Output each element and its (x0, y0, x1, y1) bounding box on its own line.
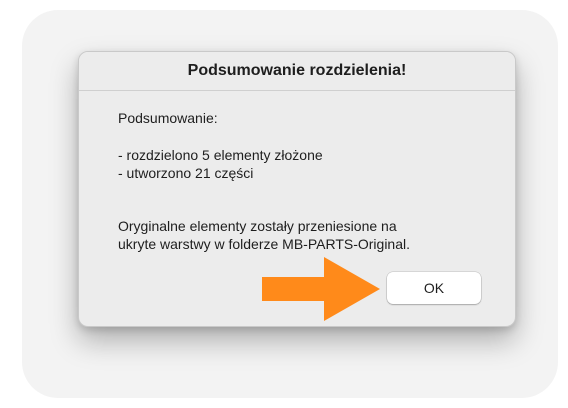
ok-button[interactable]: OK (387, 272, 481, 304)
arrow-right-icon (262, 257, 380, 321)
dialog-title: Podsumowanie rozdzielenia! (187, 62, 407, 79)
summary-line-parts: - utworzono 21 części (118, 165, 254, 181)
summary-heading: Podsumowanie: (118, 110, 218, 126)
dialog-titlebar: Podsumowanie rozdzielenia! (79, 52, 515, 91)
info-line-hidden-layers: ukryte warstwy w folderze MB-PARTS-Origi… (118, 236, 410, 252)
info-line-moved: Oryginalne elementy zostały przeniesione… (118, 218, 397, 234)
summary-line-split: - rozdzielono 5 elementy złożone (118, 147, 323, 163)
